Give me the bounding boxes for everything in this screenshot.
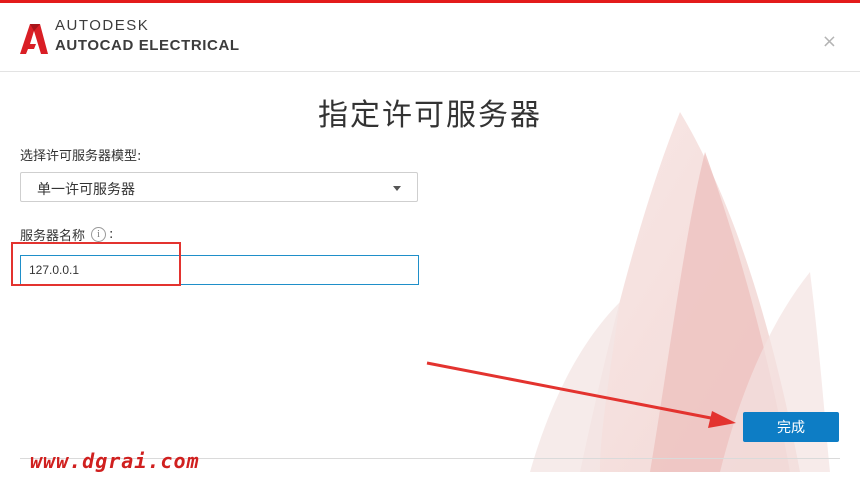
brand-company: AUTODESK [55,17,150,34]
server-name-label-row: 服务器名称 i : [20,225,113,244]
header: AUTODESK AUTOCAD ELECTRICAL × [0,3,860,72]
finish-button[interactable]: 完成 [743,412,839,442]
license-type-label: 选择许可服务器模型: [20,149,142,164]
license-type-select[interactable]: 单一许可服务器 [20,172,418,202]
close-icon[interactable]: × [822,33,837,51]
license-type-selected: 单一许可服务器 [37,182,135,198]
page-title: 指定许可服务器 [318,98,542,133]
server-name-input[interactable] [20,255,419,285]
info-icon[interactable]: i [91,227,107,242]
watermark: www.dgrai.com [30,449,200,473]
server-name-label: 服务器名称 [20,229,86,244]
server-name-colon: : [109,227,114,242]
autodesk-logo-icon [20,24,48,54]
brand-product: AUTOCAD ELECTRICAL [55,37,240,54]
chevron-down-icon [393,186,401,191]
brand: AUTODESK AUTOCAD ELECTRICAL [55,17,240,55]
